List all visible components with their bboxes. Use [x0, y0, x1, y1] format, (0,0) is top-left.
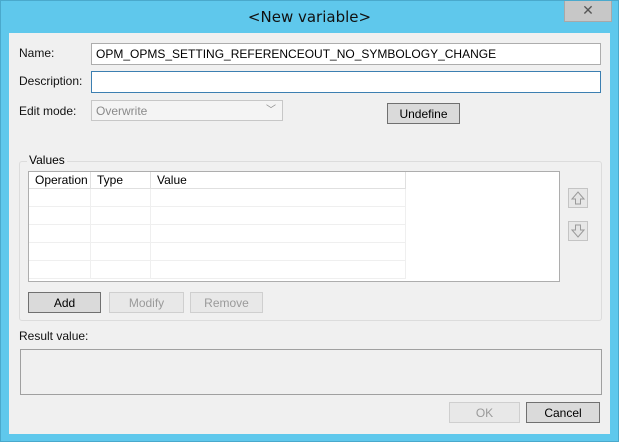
edit-mode-value: Overwrite — [96, 104, 148, 118]
result-value-label: Result value: — [19, 329, 89, 343]
name-input[interactable]: OPM_OPMS_SETTING_REFERENCEOUT_NO_SYMBOLO… — [91, 43, 601, 65]
remove-button[interactable]: Remove — [190, 292, 263, 313]
edit-mode-select[interactable]: Overwrite ﹀ — [91, 100, 283, 121]
column-header-operation[interactable]: Operation — [29, 172, 91, 188]
table-header: Operation Type Value — [29, 172, 406, 189]
table-row — [29, 261, 406, 279]
description-label: Description: — [19, 74, 83, 88]
values-table[interactable]: Operation Type Value — [28, 171, 560, 282]
values-group-label: Values — [27, 153, 67, 167]
chevron-down-icon: ﹀ — [266, 105, 276, 116]
move-down-button[interactable] — [568, 221, 588, 241]
add-button[interactable]: Add — [28, 292, 101, 313]
table-row — [29, 225, 406, 243]
move-up-button[interactable] — [568, 188, 588, 208]
ok-button[interactable]: OK — [449, 402, 520, 423]
table-row — [29, 207, 406, 225]
dialog-body: Name: OPM_OPMS_SETTING_REFERENCEOUT_NO_S… — [9, 33, 610, 434]
undefine-button[interactable]: Undefine — [387, 103, 460, 124]
close-icon: ✕ — [582, 3, 594, 19]
dialog-window: <New variable> ✕ Name: OPM_OPMS_SETTING_… — [0, 0, 619, 442]
column-header-value[interactable]: Value — [151, 172, 406, 188]
cancel-button[interactable]: Cancel — [526, 402, 600, 423]
name-label: Name: — [19, 46, 55, 60]
arrow-down-icon — [571, 224, 585, 238]
table-row — [29, 243, 406, 261]
arrow-up-icon — [571, 191, 585, 205]
title-bar[interactable]: <New variable> ✕ — [1, 1, 618, 33]
modify-button[interactable]: Modify — [109, 292, 184, 313]
edit-mode-label: Edit mode: — [19, 104, 77, 118]
description-input[interactable] — [91, 71, 601, 93]
table-row — [29, 189, 406, 207]
result-value-box — [20, 349, 602, 395]
dialog-title: <New variable> — [247, 8, 372, 26]
close-button[interactable]: ✕ — [564, 1, 612, 22]
column-header-type[interactable]: Type — [91, 172, 151, 188]
